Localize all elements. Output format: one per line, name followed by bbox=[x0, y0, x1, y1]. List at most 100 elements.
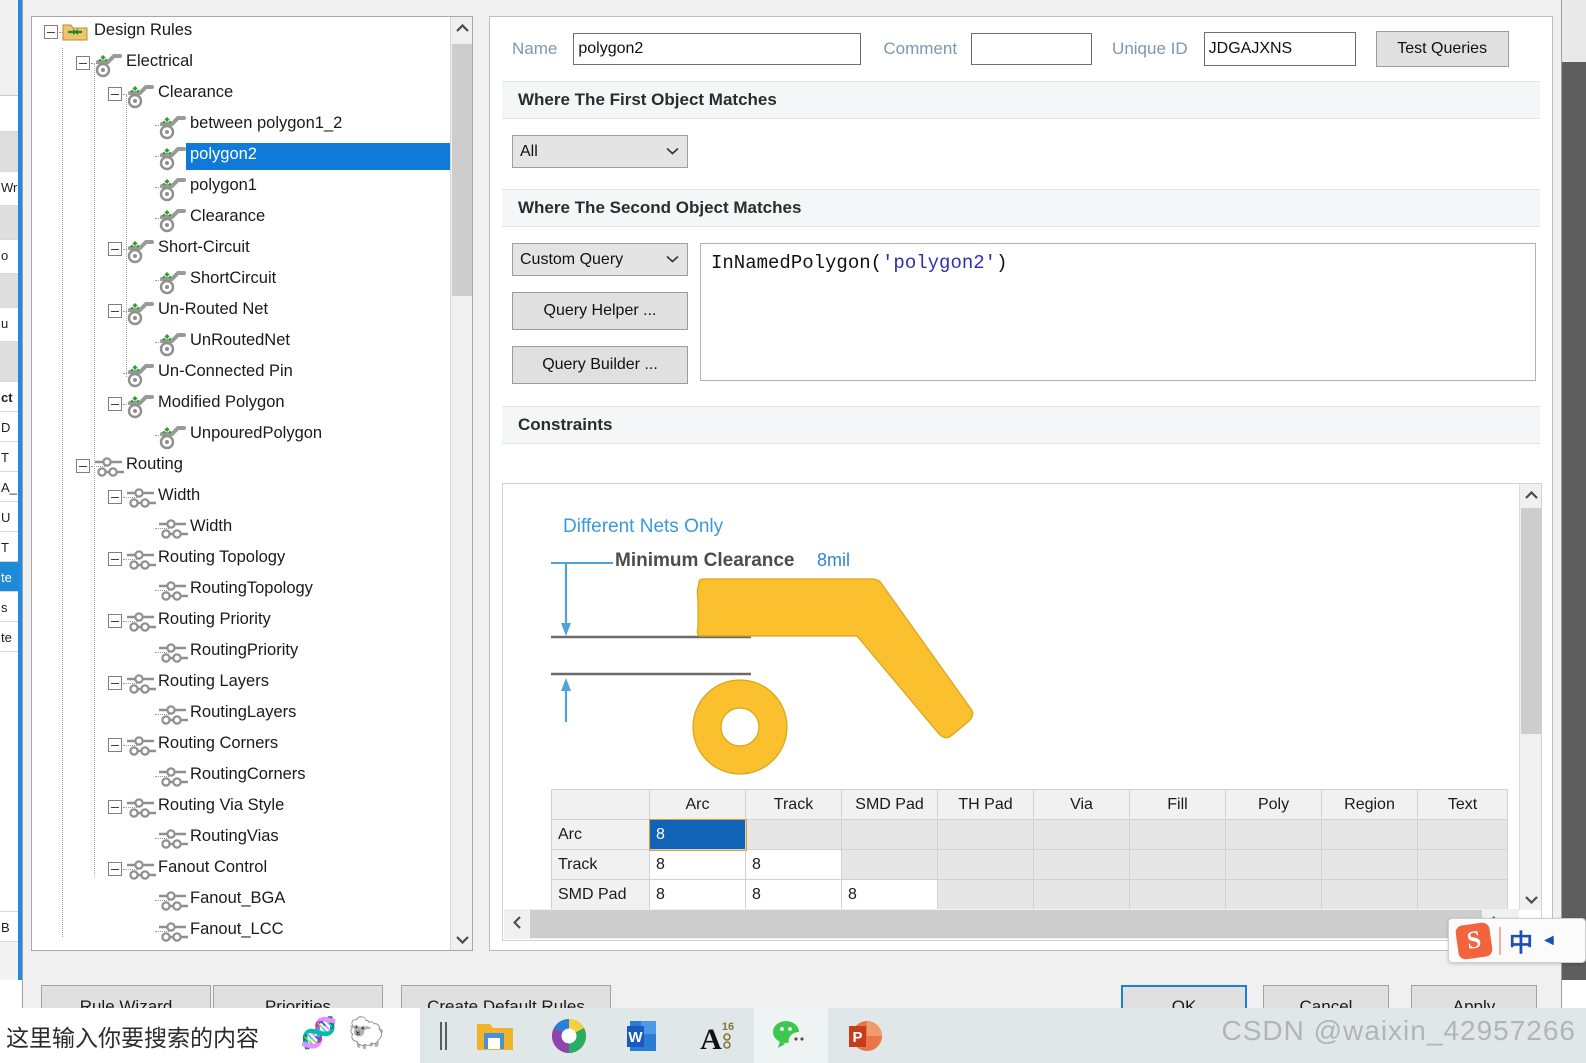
wechat-icon[interactable] bbox=[754, 1008, 828, 1063]
tree-expander-collapse-icon[interactable] bbox=[108, 800, 122, 819]
clearance-matrix[interactable]: Arc Track SMD Pad TH Pad Via Fill Poly Region Te… bbox=[551, 789, 1508, 910]
tree-item-short-circuit[interactable]: Short-Circuit bbox=[32, 234, 452, 265]
tree-item-unpouredpolygon[interactable]: UnpouredPolygon bbox=[32, 420, 452, 451]
sogou-logo-icon[interactable]: S bbox=[1454, 921, 1494, 960]
hscroll-thumb[interactable] bbox=[530, 910, 1482, 938]
tree-item-routing-priority[interactable]: Routing Priority bbox=[32, 606, 452, 637]
tree-expander-collapse-icon[interactable] bbox=[108, 490, 122, 509]
matrix-column-header[interactable]: Track bbox=[745, 789, 842, 820]
matrix-cell[interactable] bbox=[1033, 849, 1130, 880]
matrix-row-header[interactable]: Arc bbox=[551, 819, 650, 850]
matrix-cell[interactable] bbox=[1033, 879, 1130, 910]
comment-input[interactable] bbox=[971, 33, 1093, 65]
tree-expander-collapse-icon[interactable] bbox=[76, 459, 90, 478]
matrix-cell[interactable]: 8 bbox=[745, 849, 842, 880]
tree-item-electrical[interactable]: Electrical bbox=[32, 48, 452, 79]
tree-item-routingvias[interactable]: RoutingVias bbox=[32, 823, 452, 854]
query-helper-button[interactable]: Query Helper ... bbox=[512, 292, 688, 330]
matrix-cell[interactable] bbox=[937, 849, 1034, 880]
matrix-cell[interactable] bbox=[1417, 819, 1508, 850]
tree-expander-collapse-icon[interactable] bbox=[108, 738, 122, 757]
tree-item-un-routed-net[interactable]: Un-Routed Net bbox=[32, 296, 452, 327]
altium-icon[interactable]: A 16 bbox=[680, 1008, 754, 1063]
name-input[interactable] bbox=[573, 33, 862, 65]
tree-expander-collapse-icon[interactable] bbox=[108, 862, 122, 881]
tree-item-fanout-lcc[interactable]: Fanout_LCC bbox=[32, 916, 452, 947]
tree-item-routinglayers[interactable]: RoutingLayers bbox=[32, 699, 452, 730]
scroll-down-icon[interactable] bbox=[451, 928, 472, 950]
tree-item-routingtopology[interactable]: RoutingTopology bbox=[32, 575, 452, 606]
ime-overflow-icon[interactable]: ◄ bbox=[1541, 932, 1557, 950]
tree-expander-collapse-icon[interactable] bbox=[108, 552, 122, 571]
query-builder-button[interactable]: Query Builder ... bbox=[512, 346, 688, 384]
matrix-cell[interactable] bbox=[1321, 849, 1418, 880]
matrix-cell[interactable] bbox=[841, 819, 938, 850]
matrix-column-header[interactable]: TH Pad bbox=[937, 789, 1034, 820]
constraints-vertical-scrollbar[interactable] bbox=[1519, 484, 1541, 910]
powerpoint-icon[interactable]: P bbox=[828, 1008, 902, 1063]
tree-item-fanout-bga[interactable]: Fanout_BGA bbox=[32, 885, 452, 916]
tree-item-routing-corners[interactable]: Routing Corners bbox=[32, 730, 452, 761]
chrome-icon[interactable] bbox=[532, 1008, 606, 1063]
matrix-column-header[interactable]: Text bbox=[1417, 789, 1508, 820]
tree-expander-collapse-icon[interactable] bbox=[108, 614, 122, 633]
second-object-scope-select[interactable]: Custom Query bbox=[512, 243, 688, 276]
matrix-row-header[interactable]: Track bbox=[551, 849, 650, 880]
tree-item-un-connected-pin[interactable]: Un-Connected Pin bbox=[32, 358, 452, 389]
matrix-cell[interactable]: 8 bbox=[745, 879, 842, 910]
matrix-cell[interactable] bbox=[1129, 879, 1226, 910]
tree-item-fanout-control[interactable]: Fanout Control bbox=[32, 854, 452, 885]
tree-item-clearance[interactable]: Clearance bbox=[32, 203, 452, 234]
tree-expander-collapse-icon[interactable] bbox=[76, 56, 90, 75]
matrix-cell[interactable] bbox=[1321, 879, 1418, 910]
word-icon[interactable]: W bbox=[606, 1008, 680, 1063]
matrix-cell-selected[interactable]: 8 bbox=[648, 818, 747, 851]
tree-item-modified-polygon[interactable]: Modified Polygon bbox=[32, 389, 452, 420]
ime-mode-indicator[interactable]: 中 bbox=[1509, 923, 1533, 958]
scroll-up-icon[interactable] bbox=[1520, 484, 1541, 506]
tree-expander-collapse-icon[interactable] bbox=[108, 397, 122, 416]
tree-item-routing[interactable]: Routing bbox=[32, 451, 452, 482]
tree-item-routingpriority[interactable]: RoutingPriority bbox=[32, 637, 452, 668]
custom-query-textarea[interactable]: InNamedPolygon('polygon2') bbox=[700, 243, 1536, 381]
matrix-cell[interactable]: 8 bbox=[649, 879, 746, 910]
matrix-column-header[interactable]: Poly bbox=[1225, 789, 1322, 820]
matrix-column-header[interactable]: Arc bbox=[649, 789, 746, 820]
tree-item-routingcorners[interactable]: RoutingCorners bbox=[32, 761, 452, 792]
clearance-matrix-wrapper[interactable]: Arc Track SMD Pad TH Pad Via Fill Poly Region Te… bbox=[551, 789, 1518, 910]
matrix-cell[interactable]: 8 bbox=[649, 849, 746, 880]
tree-item-routing-topology[interactable]: Routing Topology bbox=[32, 544, 452, 575]
tree-item-shortcircuit[interactable]: ShortCircuit bbox=[32, 265, 452, 296]
tree-item-width[interactable]: Width bbox=[32, 513, 452, 544]
constraints-scroll-thumb[interactable] bbox=[1521, 508, 1541, 734]
matrix-column-header[interactable]: Region bbox=[1321, 789, 1418, 820]
matrix-cell[interactable] bbox=[1417, 849, 1508, 880]
tree-item-routing-layers[interactable]: Routing Layers bbox=[32, 668, 452, 699]
tree-expander-collapse-icon[interactable] bbox=[108, 242, 122, 261]
matrix-cell[interactable] bbox=[1321, 819, 1418, 850]
matrix-cell[interactable] bbox=[937, 879, 1034, 910]
matrix-cell[interactable] bbox=[1033, 819, 1130, 850]
matrix-cell[interactable] bbox=[745, 819, 842, 850]
matrix-column-header[interactable]: Via bbox=[1033, 789, 1130, 820]
matrix-cell[interactable] bbox=[1129, 819, 1226, 850]
matrix-cell[interactable] bbox=[1417, 879, 1508, 910]
tree-scroll-thumb[interactable] bbox=[452, 44, 472, 296]
tree-expander-collapse-icon[interactable] bbox=[44, 25, 58, 44]
file-explorer-icon[interactable] bbox=[458, 1008, 532, 1063]
matrix-cell[interactable] bbox=[1225, 849, 1322, 880]
scroll-up-icon[interactable] bbox=[451, 17, 472, 39]
matrix-cell[interactable] bbox=[1225, 819, 1322, 850]
tree-expander-collapse-icon[interactable] bbox=[108, 676, 122, 695]
tree-item-clearance[interactable]: Clearance bbox=[32, 79, 452, 110]
tree-item-width[interactable]: Width bbox=[32, 482, 452, 513]
tree-item-design-rules[interactable]: Design Rules bbox=[32, 17, 452, 48]
unique-id-input[interactable] bbox=[1203, 32, 1356, 66]
tree-item-polygon2[interactable]: polygon2 bbox=[32, 141, 452, 172]
scroll-left-icon[interactable] bbox=[504, 915, 530, 933]
constraints-horizontal-scrollbar[interactable] bbox=[504, 909, 1519, 939]
first-object-scope-select[interactable]: All bbox=[512, 135, 688, 168]
taskbar-search-box[interactable]: 这里输入你要搜索的内容 🧬 🐑 bbox=[0, 1008, 420, 1063]
matrix-cell[interactable] bbox=[937, 819, 1034, 850]
sogou-ime-bar[interactable]: S 中 ◄ bbox=[1448, 918, 1586, 963]
